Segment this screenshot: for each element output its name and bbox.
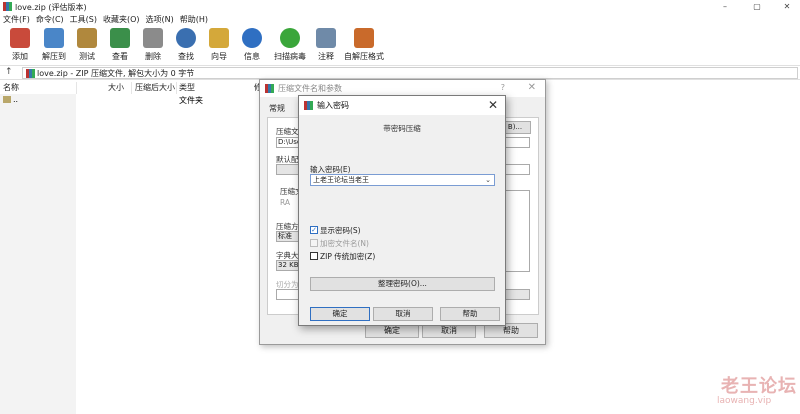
delete-button[interactable]: 删除	[136, 28, 170, 64]
row-type: 文件夹	[179, 96, 203, 105]
watermark-text: 老王论坛	[721, 376, 797, 397]
tab-general[interactable]: 常规	[269, 103, 285, 114]
password-dialog-subtitle: 带密码压缩	[383, 124, 421, 133]
path-text: love.zip - ZIP 压缩文件, 解包大小为 0 字节	[37, 69, 195, 78]
password-help-button[interactable]: 帮助	[440, 307, 500, 321]
column-header-name[interactable]: 名称	[3, 82, 19, 94]
menu-favorites[interactable]: 收藏夹(O)	[100, 14, 143, 26]
password-value: 上老王论坛当老王	[313, 176, 369, 184]
view-book-icon	[110, 28, 130, 48]
view-label: 查看	[112, 52, 128, 61]
menu-commands[interactable]: 命令(C)	[33, 14, 67, 26]
options-panel	[505, 190, 530, 272]
format-rar-option[interactable]: RA	[280, 198, 290, 207]
close-window-button[interactable]: ✕	[772, 0, 800, 14]
set-password-button[interactable]	[505, 289, 530, 300]
checkbox-checked-icon: ✓	[310, 226, 318, 234]
archive-path-dropdown[interactable]	[505, 137, 530, 148]
zip-legacy-encryption-label: ZIP 传统加密(Z)	[320, 252, 376, 261]
column-divider	[76, 82, 77, 94]
test-label: 测试	[79, 52, 95, 61]
password-dialog: 输入密码 ✕ 带密码压缩 输入密码(E) 上老王论坛当老王 ⌄ ✓ 显示密码(S)…	[298, 95, 506, 326]
checkbox-icon	[310, 239, 318, 247]
password-dialog-title: 输入密码	[317, 101, 349, 110]
winrar-app-icon	[3, 2, 12, 11]
menu-bar: 文件(F) 命令(C) 工具(S) 收藏夹(O) 选项(N) 帮助(H)	[0, 14, 800, 26]
info-icon	[242, 28, 262, 48]
extract-to-button[interactable]: 解压到	[37, 28, 71, 64]
chevron-down-icon[interactable]: ⌄	[485, 175, 491, 185]
add-button-label: 添加	[12, 52, 28, 61]
sfx-label: 自解压格式	[344, 52, 384, 61]
watermark-logo: 老王论坛 laowang.vip	[707, 372, 797, 412]
find-label: 查找	[178, 52, 194, 61]
test-button[interactable]: 测试	[70, 28, 104, 64]
menu-tools[interactable]: 工具(S)	[67, 14, 100, 26]
extract-to-label: 解压到	[42, 52, 66, 61]
window-titlebar: love.zip (评估版本) – ▢ ✕	[0, 0, 800, 14]
encrypt-filenames-label: 加密文件名(N)	[320, 239, 369, 248]
find-button[interactable]: 查找	[169, 28, 203, 64]
column-header-type[interactable]: 类型	[179, 82, 195, 94]
checkbox-icon	[310, 252, 318, 260]
password-ok-button[interactable]: 确定	[310, 307, 370, 321]
virus-scan-label: 扫描病毒	[274, 52, 306, 61]
test-clipboard-icon	[77, 28, 97, 48]
menu-help[interactable]: 帮助(H)	[177, 14, 211, 26]
sfx-archive-icon	[354, 28, 374, 48]
password-input[interactable]: 上老王论坛当老王 ⌄	[310, 174, 495, 186]
column-header-size[interactable]: 大小	[108, 82, 124, 94]
minimize-button[interactable]: –	[710, 0, 740, 14]
zip-legacy-encryption-checkbox[interactable]: ZIP 传统加密(Z)	[310, 252, 375, 261]
info-button[interactable]: 信息	[235, 28, 269, 64]
virus-scan-icon	[280, 28, 300, 48]
path-display[interactable]: love.zip - ZIP 压缩文件, 解包大小为 0 字节	[22, 67, 798, 79]
wizard-button[interactable]: 向导	[202, 28, 236, 64]
archive-dialog-title: 压缩文件名和参数	[278, 84, 342, 93]
menu-options[interactable]: 选项(N)	[143, 14, 177, 26]
show-password-label: 显示密码(S)	[320, 226, 361, 235]
comment-button[interactable]: 注释	[309, 28, 343, 64]
close-icon[interactable]: ✕	[488, 98, 498, 112]
organize-passwords-button[interactable]: 整理密码(O)...	[310, 277, 495, 291]
winrar-app-icon	[265, 84, 274, 93]
column-divider	[176, 82, 177, 94]
delete-label: 删除	[145, 52, 161, 61]
comment-label: 注释	[318, 52, 334, 61]
row-name: ..	[13, 95, 19, 104]
toolbar: 添加 解压到 测试 查看 删除 查找 向导 信息 扫描病毒 注释 自解压格式	[0, 26, 800, 64]
folder-up-icon	[3, 96, 11, 103]
zip-file-icon	[26, 69, 35, 78]
sfx-button[interactable]: 自解压格式	[342, 28, 386, 64]
delete-trash-icon	[143, 28, 163, 48]
find-magnifier-icon	[176, 28, 196, 48]
add-archive-icon	[10, 28, 30, 48]
watermark-domain: laowang.vip	[717, 396, 772, 406]
update-mode-dropdown[interactable]	[505, 164, 530, 175]
up-level-icon[interactable]: ↑	[5, 67, 13, 77]
show-password-checkbox[interactable]: ✓ 显示密码(S)	[310, 226, 361, 235]
column-header-packed[interactable]: 压缩后大小	[135, 82, 175, 94]
wizard-label: 向导	[211, 52, 227, 61]
password-cancel-button[interactable]: 取消	[373, 307, 433, 321]
password-dialog-titlebar: 输入密码 ✕	[299, 96, 505, 115]
view-button[interactable]: 查看	[103, 28, 137, 64]
menu-file[interactable]: 文件(F)	[0, 14, 33, 26]
address-bar: ↑ love.zip - ZIP 压缩文件, 解包大小为 0 字节	[0, 65, 800, 80]
window-title: love.zip (评估版本)	[15, 3, 87, 12]
comment-icon	[316, 28, 336, 48]
wizard-wand-icon	[209, 28, 229, 48]
column-divider	[131, 82, 132, 94]
virus-scan-button[interactable]: 扫描病毒	[271, 28, 309, 64]
help-icon[interactable]: ?	[501, 83, 505, 92]
encrypt-filenames-checkbox[interactable]: 加密文件名(N)	[310, 239, 369, 248]
info-label: 信息	[244, 52, 260, 61]
winrar-app-icon	[304, 101, 313, 110]
close-icon[interactable]: ✕	[528, 82, 536, 93]
maximize-button[interactable]: ▢	[742, 0, 772, 14]
extract-folder-icon	[44, 28, 64, 48]
add-button[interactable]: 添加	[3, 28, 37, 64]
name-column-background	[0, 94, 76, 414]
